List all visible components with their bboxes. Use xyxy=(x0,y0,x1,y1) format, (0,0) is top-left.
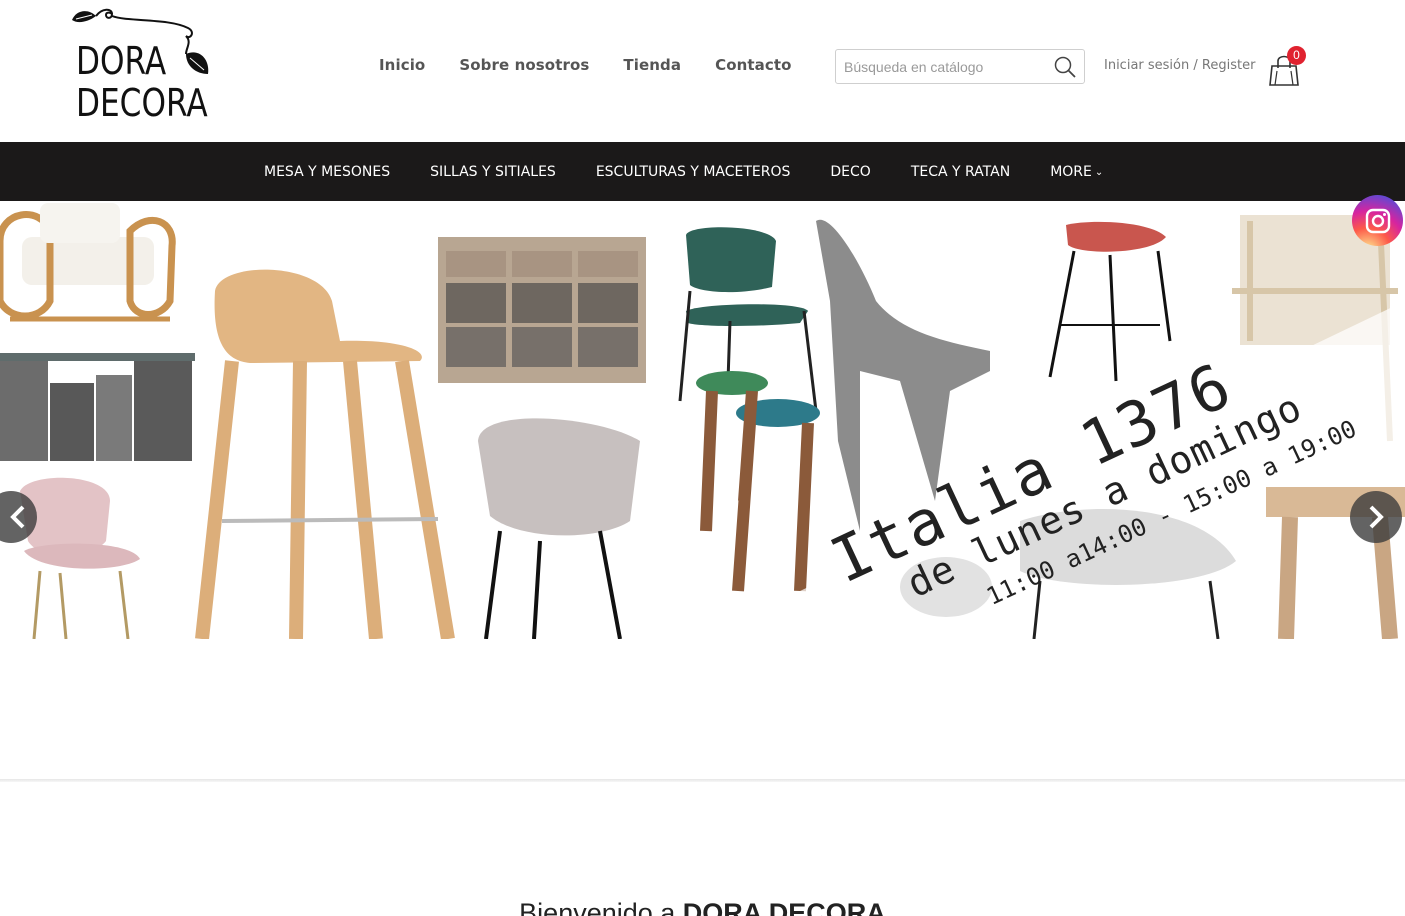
wooden-bar-stool-image xyxy=(195,269,455,639)
category-teca-y-ratan[interactable]: TECA Y RATAN xyxy=(891,164,1030,180)
cart-button[interactable]: 0 xyxy=(1268,46,1310,86)
chevron-down-icon: ⌄ xyxy=(1094,166,1104,178)
login-separator: / xyxy=(1193,58,1198,73)
instagram-button[interactable] xyxy=(1352,195,1403,246)
nav-link-tienda[interactable]: Tienda xyxy=(606,52,698,78)
category-nav-bar: MESA Y MESONES SILLAS Y SITIALES ESCULTU… xyxy=(0,142,1405,201)
search-input[interactable] xyxy=(836,50,1046,83)
nav-link-contacto[interactable]: Contacto xyxy=(698,52,808,78)
welcome-brand: DORA DECORA xyxy=(682,898,886,916)
wicker-cabinet-image xyxy=(438,237,646,383)
section-divider xyxy=(0,779,1405,782)
rattan-armchair-image xyxy=(0,203,176,322)
account-links: Iniciar sesión / Register xyxy=(1104,58,1255,73)
chevron-right-icon xyxy=(1369,505,1384,529)
hero-slider: Italia 1376 de lunes a domingo 11:00 a14… xyxy=(0,201,1405,639)
main-nav: Inicio Sobre nosotros Tienda Contacto xyxy=(362,52,809,78)
cart-count-badge: 0 xyxy=(1287,46,1306,65)
site-header: DORA DECORA Inicio Sobre nosotros Tienda… xyxy=(0,0,1405,142)
welcome-heading: Bienvenido a DORA DECORA xyxy=(0,898,1405,916)
pink-chair-image xyxy=(20,477,140,639)
logo-line-decora: DECORA xyxy=(76,81,208,125)
search-box xyxy=(835,49,1085,84)
category-more-dropdown[interactable]: MORE ⌄ xyxy=(1030,164,1123,180)
category-more-label: MORE xyxy=(1050,163,1092,180)
register-link[interactable]: Register xyxy=(1202,58,1256,73)
logo[interactable]: DORA DECORA xyxy=(68,4,218,128)
category-mesa-y-mesones[interactable]: MESA Y MESONES xyxy=(244,164,410,180)
logo-line-dora: DORA xyxy=(76,39,167,83)
signin-link[interactable]: Iniciar sesión xyxy=(1104,58,1189,73)
red-bar-stool-image xyxy=(1048,221,1172,382)
category-sillas-y-sitiales[interactable]: SILLAS Y SITIALES xyxy=(410,164,576,180)
logo-text: DORA DECORA xyxy=(76,40,208,124)
category-deco[interactable]: DECO xyxy=(810,164,890,180)
instagram-icon xyxy=(1365,208,1390,233)
category-esculturas-y-maceteros[interactable]: ESCULTURAS Y MACETEROS xyxy=(576,164,811,180)
slider-next-button[interactable] xyxy=(1350,491,1402,543)
nav-link-inicio[interactable]: Inicio xyxy=(362,52,442,78)
concrete-table-image xyxy=(0,353,195,461)
search-icon[interactable] xyxy=(1052,54,1078,80)
category-list: MESA Y MESONES SILLAS Y SITIALES ESCULTU… xyxy=(244,142,1123,201)
colorful-stools-image xyxy=(696,371,820,592)
welcome-prefix: Bienvenido a xyxy=(519,898,683,916)
grey-shell-chair-image xyxy=(478,418,640,639)
nav-link-sobre-nosotros[interactable]: Sobre nosotros xyxy=(442,52,606,78)
chevron-left-icon xyxy=(10,505,25,529)
